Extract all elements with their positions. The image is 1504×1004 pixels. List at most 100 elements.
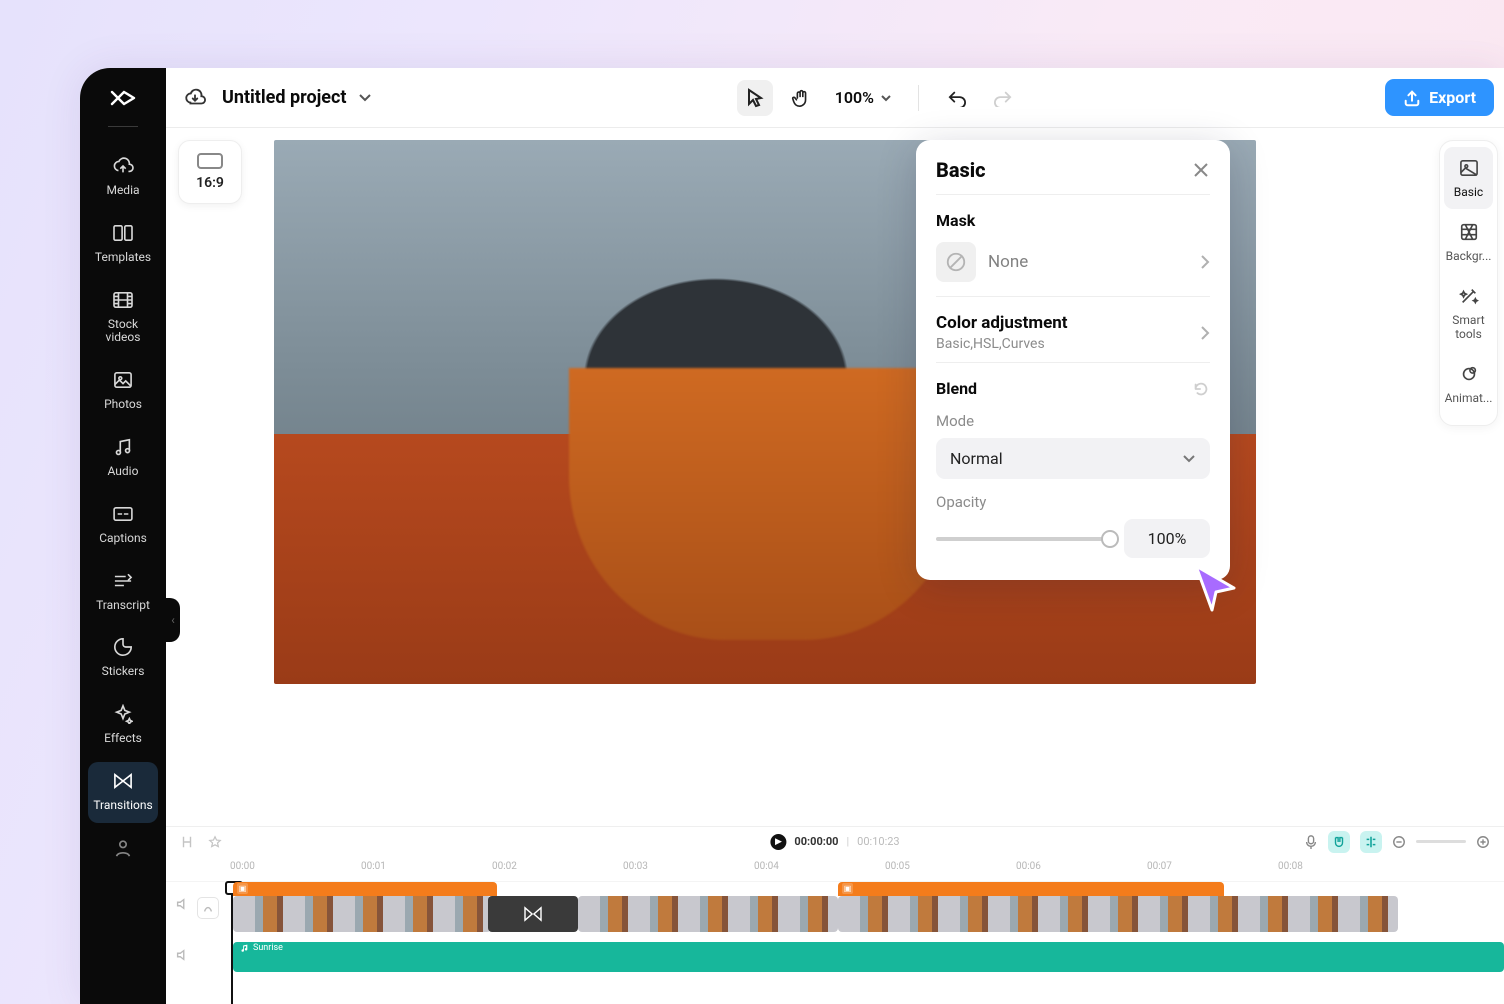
aspect-ratio-chip[interactable]: 16:9 bbox=[178, 140, 242, 204]
ruler-tick: 00:06 bbox=[1016, 861, 1041, 872]
timeline-current-time: 00:00:00 bbox=[794, 835, 838, 848]
sparkle-icon bbox=[112, 703, 134, 725]
blend-mode-value: Normal bbox=[950, 449, 1003, 468]
track-mute-button[interactable] bbox=[175, 897, 189, 919]
split-button[interactable] bbox=[180, 835, 194, 849]
redo-button[interactable] bbox=[985, 80, 1021, 116]
templates-icon bbox=[112, 222, 134, 244]
timeline-play-button[interactable]: ▶ bbox=[770, 834, 786, 850]
blend-mode-label: Mode bbox=[936, 412, 1210, 430]
track-mute-button[interactable] bbox=[175, 948, 189, 962]
video-track-row: ▣ ▣ bbox=[166, 882, 1504, 934]
right-tab-animation[interactable]: Animat... bbox=[1444, 353, 1493, 415]
nav-item-audio[interactable]: Audio bbox=[88, 428, 158, 489]
nav-item-label: Media bbox=[106, 184, 139, 198]
project-title[interactable]: Untitled project bbox=[222, 87, 372, 108]
timeline-zoom-in-button[interactable] bbox=[1476, 835, 1490, 849]
nav-item-media[interactable]: Media bbox=[88, 147, 158, 208]
ruler-tick: 00:02 bbox=[492, 861, 517, 872]
transitions-icon bbox=[112, 770, 134, 792]
blend-mode-select[interactable]: Normal bbox=[936, 438, 1210, 479]
right-tab-smart-tools[interactable]: Smart tools bbox=[1444, 275, 1493, 350]
ruler-tick: 00:00 bbox=[230, 861, 255, 872]
aspect-ratio-icon bbox=[197, 153, 223, 169]
nav-item-more[interactable] bbox=[88, 829, 158, 869]
chevron-down-icon bbox=[358, 93, 372, 103]
timeline-duration: 00:10:23 bbox=[857, 835, 899, 848]
timeline-zoom-slider[interactable] bbox=[1416, 840, 1466, 843]
align-button[interactable] bbox=[1360, 831, 1382, 853]
export-icon bbox=[1403, 89, 1421, 107]
pointer-tool-button[interactable] bbox=[737, 80, 773, 116]
export-button-label: Export bbox=[1429, 88, 1476, 107]
voiceover-button[interactable] bbox=[1304, 834, 1318, 850]
nav-item-captions[interactable]: Captions bbox=[88, 495, 158, 556]
video-clip[interactable] bbox=[578, 896, 838, 932]
nav-item-label: Captions bbox=[99, 532, 147, 546]
right-tab-rail: Basic Backgr... Smart tools bbox=[1432, 128, 1504, 826]
nav-item-transitions[interactable]: Transitions bbox=[88, 762, 158, 823]
mask-selector[interactable]: None bbox=[936, 242, 1210, 286]
opacity-slider[interactable] bbox=[936, 537, 1110, 541]
music-note-icon bbox=[112, 436, 134, 458]
cloud-sync-icon[interactable] bbox=[182, 85, 208, 111]
chevron-right-icon bbox=[1200, 325, 1210, 341]
undo-button[interactable] bbox=[939, 80, 975, 116]
canvas-area[interactable]: 16:9 Basic Mask bbox=[166, 128, 1432, 826]
mask-section-label: Mask bbox=[936, 211, 1210, 230]
nav-item-label: Transcript bbox=[96, 599, 150, 613]
right-tab-label: Backgr... bbox=[1446, 250, 1492, 263]
opacity-value-input[interactable]: 100% bbox=[1124, 519, 1210, 558]
blend-section-label: Blend bbox=[936, 379, 977, 398]
color-adjustment-row[interactable]: Color adjustment Basic,HSL,Curves bbox=[936, 313, 1210, 352]
clip-label-bar[interactable]: ▣ bbox=[838, 882, 1224, 896]
left-nav-rail: Media Templates Stock videos Photos Audi… bbox=[80, 68, 166, 1004]
favorite-button[interactable] bbox=[208, 835, 222, 849]
film-icon bbox=[112, 289, 134, 311]
app-logo-icon bbox=[109, 86, 137, 110]
nav-item-label: Photos bbox=[104, 398, 142, 412]
timeline-tracks[interactable]: ▣ ▣ bbox=[166, 882, 1504, 1004]
clip-type-icon: ▣ bbox=[842, 883, 853, 894]
person-icon bbox=[112, 837, 134, 859]
nav-item-label: Templates bbox=[95, 251, 151, 265]
nav-item-templates[interactable]: Templates bbox=[88, 214, 158, 275]
ruler-tick: 00:01 bbox=[361, 861, 386, 872]
zoom-level-dropdown[interactable]: 100% bbox=[835, 88, 892, 107]
clip-label-bar[interactable]: ▣ bbox=[233, 882, 497, 896]
timeline-zoom-out-button[interactable] bbox=[1392, 835, 1406, 849]
right-tab-background[interactable]: Backgr... bbox=[1444, 211, 1493, 273]
ruler-tick: 00:04 bbox=[754, 861, 779, 872]
right-tab-label: Smart tools bbox=[1446, 314, 1491, 340]
image-icon bbox=[112, 369, 134, 391]
image-icon bbox=[1458, 157, 1480, 179]
right-tab-basic[interactable]: Basic bbox=[1444, 147, 1493, 209]
topbar: Untitled project 100% bbox=[166, 68, 1504, 128]
properties-panel: Basic Mask None bbox=[916, 140, 1230, 580]
music-note-icon bbox=[239, 943, 249, 953]
nav-item-transcript[interactable]: Transcript bbox=[88, 562, 158, 623]
close-panel-button[interactable] bbox=[1192, 161, 1210, 179]
hand-tool-button[interactable] bbox=[783, 80, 819, 116]
slider-thumb[interactable] bbox=[1101, 530, 1119, 548]
nav-item-effects[interactable]: Effects bbox=[88, 695, 158, 756]
sidebar-collapse-handle[interactable]: ‹ bbox=[166, 598, 180, 642]
captions-icon bbox=[112, 503, 134, 525]
magnet-button[interactable] bbox=[1328, 831, 1350, 853]
timeline-toolbar: ▶ 00:00:00 | 00:10:23 bbox=[166, 826, 1504, 856]
nav-item-photos[interactable]: Photos bbox=[88, 361, 158, 422]
audio-clip[interactable]: Sunrise bbox=[233, 942, 1504, 972]
blend-reset-button[interactable] bbox=[1192, 380, 1210, 398]
video-clip[interactable] bbox=[233, 896, 491, 932]
timeline-ruler[interactable]: 00:00 00:01 00:02 00:03 00:04 00:05 00:0… bbox=[166, 856, 1504, 882]
track-options-button[interactable] bbox=[197, 897, 219, 919]
nav-item-stickers[interactable]: Stickers bbox=[88, 628, 158, 689]
project-title-text: Untitled project bbox=[222, 87, 346, 108]
mask-value: None bbox=[988, 252, 1188, 272]
nav-item-label: Stickers bbox=[102, 665, 145, 679]
nav-item-stock-videos[interactable]: Stock videos bbox=[88, 281, 158, 356]
opacity-label: Opacity bbox=[936, 493, 1210, 511]
export-button[interactable]: Export bbox=[1385, 79, 1494, 116]
video-clip[interactable] bbox=[838, 896, 1398, 932]
transition-clip[interactable] bbox=[488, 896, 578, 932]
